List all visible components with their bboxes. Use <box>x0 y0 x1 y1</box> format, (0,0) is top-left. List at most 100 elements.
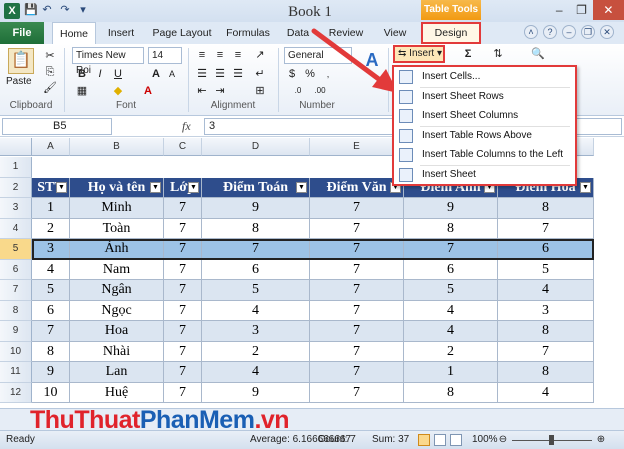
table-cell[interactable]: 5 <box>202 280 310 301</box>
table-cell[interactable]: 4 <box>498 280 594 301</box>
copy-icon[interactable]: ⎘ <box>42 64 58 80</box>
filter-dropdown-icon[interactable]: ▼ <box>296 181 307 193</box>
table-cell[interactable]: 5 <box>32 280 70 301</box>
font-color-icon[interactable]: A <box>140 83 156 99</box>
restore-button[interactable]: ❐ <box>570 0 592 20</box>
table-cell[interactable]: 9 <box>202 382 310 403</box>
align-right-icon[interactable]: ☰ <box>230 66 246 82</box>
table-header-cell[interactable]: Điểm Toán ▼ <box>202 177 310 198</box>
sort-filter-icon[interactable]: ⇅ <box>490 46 506 62</box>
excel-app-icon[interactable]: X <box>4 3 20 19</box>
menu-insert-sheet[interactable]: Insert Sheet <box>394 165 575 185</box>
save-icon[interactable]: 💾 <box>24 3 38 17</box>
zoom-out-icon[interactable]: ⊖ <box>498 431 508 449</box>
row-header[interactable]: 4 <box>0 218 32 239</box>
table-cell[interactable]: 7 <box>310 300 404 321</box>
table-cell[interactable]: 4 <box>32 259 70 280</box>
table-cell[interactable]: 10 <box>32 382 70 403</box>
table-cell[interactable]: 4 <box>498 382 594 403</box>
table-cell[interactable]: 3 <box>202 321 310 342</box>
row-header[interactable]: 11 <box>0 362 32 383</box>
table-cell[interactable]: 7 <box>164 218 202 239</box>
minimize-ribbon-icon[interactable]: – <box>562 25 576 39</box>
table-cell[interactable]: Lan <box>70 362 164 383</box>
table-cell[interactable]: 7 <box>164 198 202 219</box>
column-header[interactable]: B <box>70 138 164 156</box>
tab-design[interactable]: Design <box>421 22 481 44</box>
help-icon[interactable]: ? <box>543 25 557 39</box>
align-left-icon[interactable]: ☰ <box>194 66 210 82</box>
shrink-font-icon[interactable]: A <box>164 66 180 82</box>
italic-icon[interactable]: I <box>92 66 108 82</box>
zoom-level[interactable]: 100% <box>472 431 498 449</box>
table-cell[interactable]: 6 <box>32 300 70 321</box>
table-cell[interactable]: 7 <box>310 362 404 383</box>
insert-function-button[interactable]: fx <box>182 118 200 135</box>
table-cell[interactable]: 1 <box>32 198 70 219</box>
paste-icon[interactable]: 📋 <box>8 48 34 74</box>
redo-icon[interactable]: ↷ <box>58 3 72 17</box>
table-header-cell[interactable]: STT ▼ <box>32 177 70 198</box>
table-cell[interactable]: 9 <box>202 198 310 219</box>
row-header[interactable]: 8 <box>0 300 32 321</box>
table-cell[interactable]: 4 <box>404 300 498 321</box>
filter-dropdown-icon[interactable]: ▼ <box>150 181 161 193</box>
table-cell[interactable]: 4 <box>202 300 310 321</box>
row-header[interactable]: 7 <box>0 280 32 301</box>
table-cell[interactable]: 4 <box>202 362 310 383</box>
menu-insert-table-rows-above[interactable]: Insert Table Rows Above <box>394 126 575 146</box>
table-cell[interactable]: 7 <box>164 259 202 280</box>
tab-insert[interactable]: Insert <box>100 22 142 44</box>
table-cell[interactable]: 7 <box>498 341 594 362</box>
table-cell[interactable]: 5 <box>498 259 594 280</box>
wrap-text-icon[interactable]: ↵ <box>252 66 268 82</box>
table-cell[interactable]: 7 <box>164 341 202 362</box>
table-cell[interactable]: 7 <box>164 382 202 403</box>
table-cell[interactable]: 7 <box>32 321 70 342</box>
menu-insert-sheet-rows[interactable]: Insert Sheet Rows <box>394 87 575 107</box>
normal-view-icon[interactable] <box>418 434 430 446</box>
table-header-cell[interactable]: Điểm Văn ▼ <box>310 177 404 198</box>
table-cell[interactable]: 8 <box>202 218 310 239</box>
table-cell[interactable]: Minh <box>70 198 164 219</box>
filter-dropdown-icon[interactable]: ▼ <box>188 181 199 193</box>
column-header[interactable]: C <box>164 138 202 156</box>
row-header[interactable]: 3 <box>0 198 32 219</box>
find-select-icon[interactable]: 🔍 <box>530 46 546 62</box>
row-header[interactable]: 12 <box>0 382 32 403</box>
table-cell[interactable]: 7 <box>164 321 202 342</box>
column-header[interactable]: D <box>202 138 310 156</box>
table-cell[interactable]: Nam <box>70 259 164 280</box>
table-cell[interactable]: 5 <box>404 280 498 301</box>
page-break-view-icon[interactable] <box>450 434 462 446</box>
table-cell[interactable]: 8 <box>498 198 594 219</box>
align-top-icon[interactable]: ≡ <box>194 47 210 63</box>
align-center-icon[interactable]: ☰ <box>212 66 228 82</box>
tab-home[interactable]: Home <box>52 22 96 44</box>
increase-indent-icon[interactable]: ⇥ <box>212 83 228 99</box>
zoom-in-icon[interactable]: ⊕ <box>596 431 606 449</box>
table-cell[interactable]: 7 <box>164 362 202 383</box>
close-button[interactable]: ✕ <box>592 0 624 20</box>
row-header[interactable]: 2 <box>0 177 32 198</box>
bold-icon[interactable]: B <box>74 66 90 82</box>
table-cell[interactable]: 7 <box>310 218 404 239</box>
menu-insert-sheet-columns[interactable]: Insert Sheet Columns <box>394 106 575 126</box>
caret-up-icon[interactable]: ˄ <box>524 25 538 39</box>
table-cell[interactable]: 8 <box>498 362 594 383</box>
filter-dropdown-icon[interactable]: ▼ <box>56 181 67 193</box>
table-cell[interactable]: 8 <box>404 382 498 403</box>
table-cell[interactable]: Hoa <box>70 321 164 342</box>
table-cell[interactable]: 7 <box>310 321 404 342</box>
row-header[interactable]: 9 <box>0 321 32 342</box>
paste-button-label[interactable]: Paste <box>6 76 32 87</box>
align-middle-icon[interactable]: ≡ <box>212 47 228 63</box>
filter-dropdown-icon[interactable]: ▼ <box>580 181 591 193</box>
table-cell[interactable]: 7 <box>164 280 202 301</box>
align-bottom-icon[interactable]: ≡ <box>230 47 246 63</box>
decrease-indent-icon[interactable]: ⇤ <box>194 83 210 99</box>
table-cell[interactable]: 7 <box>310 382 404 403</box>
row-header[interactable]: 10 <box>0 341 32 362</box>
table-cell[interactable]: Huệ <box>70 382 164 403</box>
page-layout-view-icon[interactable] <box>434 434 446 446</box>
